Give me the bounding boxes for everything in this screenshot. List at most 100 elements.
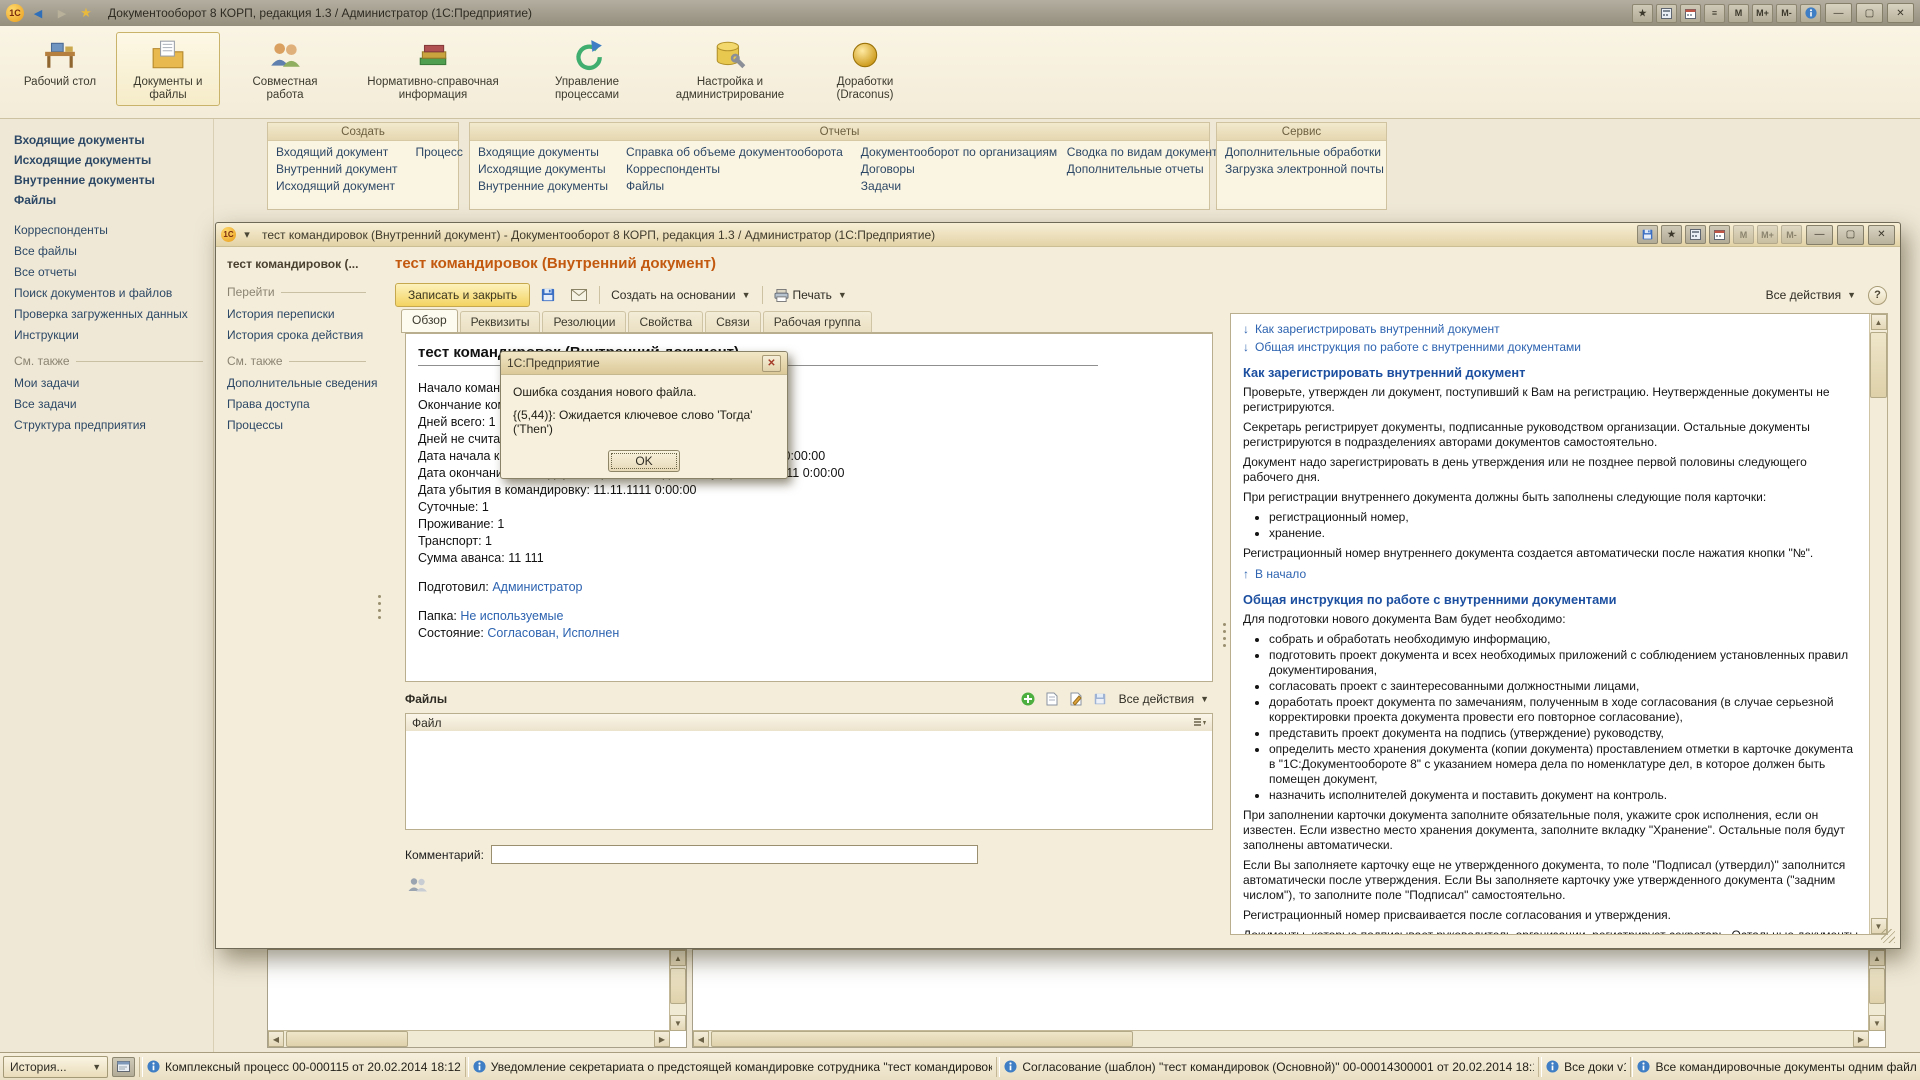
sidebar-item-outgoing-documents[interactable]: Исходящие документы	[14, 153, 213, 167]
sidebar-item-enterprise-structure[interactable]: Структура предприятия	[14, 418, 213, 432]
sidebar-item-correspondents[interactable]: Корреспонденты	[14, 223, 213, 237]
window-memory-m-button[interactable]: M	[1733, 225, 1754, 244]
report-outgoing-documents[interactable]: Исходящие документы	[478, 162, 608, 176]
report-correspondents[interactable]: Корреспонденты	[626, 162, 843, 176]
ribbon-item-customizations[interactable]: Доработки (Draconus)	[812, 32, 918, 106]
open-file-button[interactable]	[1043, 691, 1061, 707]
help-splitter[interactable]	[1221, 313, 1228, 935]
edit-file-button[interactable]	[1067, 691, 1085, 707]
window-memory-m-minus-button[interactable]: M-	[1781, 225, 1802, 244]
ribbon-item-documents-files[interactable]: Документы и файлы	[116, 32, 220, 106]
help-toc-link-register[interactable]: Как зарегистрировать внутренний документ	[1255, 322, 1500, 337]
files-column-file[interactable]: Файл	[412, 716, 442, 730]
horizontal-scrollbar[interactable]: ◀▶	[693, 1030, 1869, 1047]
report-incoming-documents[interactable]: Входящие документы	[478, 145, 608, 159]
save-file-button[interactable]	[1091, 691, 1109, 707]
nav-link-validity-history[interactable]: История срока действия	[227, 328, 376, 342]
send-email-button[interactable]	[566, 284, 592, 306]
memory-m-button[interactable]: M	[1728, 4, 1749, 23]
help-button[interactable]: ?	[1868, 286, 1887, 305]
window-system-menu-button[interactable]: ▾	[240, 226, 254, 244]
files-all-actions-button[interactable]: Все действия▼	[1115, 689, 1213, 709]
calendar-icon[interactable]	[1680, 4, 1701, 23]
status-item-all-docs[interactable]: Все доки v1	[1546, 1060, 1625, 1074]
window-maximize-button[interactable]: ▢	[1837, 225, 1864, 245]
sidebar-item-incoming-documents[interactable]: Входящие документы	[14, 133, 213, 147]
sort-icon[interactable]	[1193, 717, 1206, 728]
status-item-complex-process[interactable]: Комплексный процесс 00-000115 от 20.02.2…	[147, 1060, 461, 1074]
resize-grip[interactable]	[1881, 929, 1895, 943]
tab-requisites[interactable]: Реквизиты	[460, 311, 541, 333]
report-summary-by-type[interactable]: Сводка по видам документов	[1067, 145, 1231, 159]
window-calendar-icon[interactable]	[1709, 225, 1730, 244]
ribbon-item-reference-info[interactable]: Нормативно-справочная информация	[350, 32, 516, 106]
report-contracts[interactable]: Договоры	[861, 162, 1049, 176]
ribbon-item-process-management[interactable]: Управление процессами	[526, 32, 648, 106]
doc-state-link[interactable]: Согласован, Исполнен	[487, 626, 619, 640]
sidebar-item-files[interactable]: Файлы	[14, 193, 213, 207]
tab-resolutions[interactable]: Резолюции	[542, 311, 626, 333]
back-to-top-link[interactable]: В начало	[1255, 567, 1306, 582]
print-button[interactable]: Печать▼	[770, 285, 851, 305]
ribbon-item-desktop[interactable]: Рабочий стол	[14, 32, 106, 93]
horizontal-scrollbar[interactable]: ◀▶	[268, 1030, 670, 1047]
tab-overview[interactable]: Обзор	[401, 309, 458, 333]
command-incoming-document[interactable]: Входящий документ	[276, 145, 397, 159]
sidebar-item-internal-documents[interactable]: Внутренние документы	[14, 173, 213, 187]
add-file-button[interactable]	[1019, 691, 1037, 707]
window-calculator-icon[interactable]	[1685, 225, 1706, 244]
report-docflow-by-org[interactable]: Документооборот по организациям	[861, 145, 1049, 159]
window-save-icon[interactable]	[1637, 225, 1658, 244]
tab-working-group[interactable]: Рабочая группа	[763, 311, 872, 333]
close-button[interactable]: ✕	[1887, 3, 1914, 23]
info-icon[interactable]	[1800, 4, 1821, 23]
history-button[interactable]: История... ▼	[3, 1056, 108, 1078]
window-memory-m-plus-button[interactable]: M+	[1757, 225, 1778, 244]
report-tasks[interactable]: Задачи	[861, 179, 1049, 193]
dialog-ok-button[interactable]: OK	[608, 450, 680, 472]
window-close-button[interactable]: ✕	[1868, 225, 1895, 245]
nav-link-access-rights[interactable]: Права доступа	[227, 397, 376, 411]
status-item-single-file[interactable]: Все командировочные документы одним файл…	[1637, 1060, 1917, 1074]
window-add-favorite-icon[interactable]: ★	[1661, 225, 1682, 244]
minimize-button[interactable]: —	[1825, 3, 1852, 23]
tab-properties[interactable]: Свойства	[628, 311, 703, 333]
files-table-header[interactable]: Файл	[405, 713, 1213, 732]
maximize-button[interactable]: ▢	[1856, 3, 1883, 23]
back-button[interactable]: ◀	[28, 4, 48, 22]
status-item-approval[interactable]: Согласование (шаблон) "тест командировок…	[1004, 1060, 1534, 1074]
add-favorite-icon[interactable]: ★	[1632, 4, 1653, 23]
sidebar-item-my-tasks[interactable]: Мои задачи	[14, 376, 213, 390]
window-minimize-button[interactable]: —	[1806, 225, 1833, 245]
ribbon-item-administration[interactable]: Настройка и администрирование	[658, 32, 802, 106]
favorites-star-icon[interactable]: ★	[76, 4, 96, 22]
sidebar-item-all-tasks[interactable]: Все задачи	[14, 397, 213, 411]
dialog-close-button[interactable]: ✕	[762, 355, 781, 372]
memory-m-plus-button[interactable]: M+	[1752, 4, 1773, 23]
show-messages-icon[interactable]	[112, 1057, 135, 1077]
report-internal-documents[interactable]: Внутренние документы	[478, 179, 608, 193]
scrollbar-thumb[interactable]	[1870, 332, 1887, 398]
help-scrollbar[interactable]: ▲ ▼	[1869, 314, 1887, 934]
sidebar-item-all-files[interactable]: Все файлы	[14, 244, 213, 258]
forward-button[interactable]: ▶	[52, 4, 72, 22]
doc-prepared-link[interactable]: Администратор	[492, 580, 582, 594]
command-outgoing-document[interactable]: Исходящий документ	[276, 179, 397, 193]
service-email-load[interactable]: Загрузка электронной почты	[1225, 162, 1384, 176]
files-table-body[interactable]	[405, 731, 1213, 830]
nav-link-processes[interactable]: Процессы	[227, 418, 376, 432]
comment-input[interactable]	[491, 845, 978, 864]
save-button[interactable]	[535, 284, 561, 306]
all-actions-button[interactable]: Все действия▼	[1762, 285, 1860, 305]
calculator-icon[interactable]	[1656, 4, 1677, 23]
nav-link-correspondence-history[interactable]: История переписки	[227, 307, 376, 321]
vertical-scrollbar[interactable]: ▲▼	[669, 950, 686, 1031]
ribbon-item-collaboration[interactable]: Совместная работа	[230, 32, 340, 106]
sidebar-item-instructions[interactable]: Инструкции	[14, 328, 213, 342]
scroll-up-button[interactable]: ▲	[1871, 314, 1887, 330]
memory-m-minus-button[interactable]: M-	[1776, 4, 1797, 23]
sidebar-item-all-reports[interactable]: Все отчеты	[14, 265, 213, 279]
doc-folder-link[interactable]: Не используемые	[460, 609, 563, 623]
report-files[interactable]: Файлы	[626, 179, 843, 193]
tab-links[interactable]: Связи	[705, 311, 761, 333]
